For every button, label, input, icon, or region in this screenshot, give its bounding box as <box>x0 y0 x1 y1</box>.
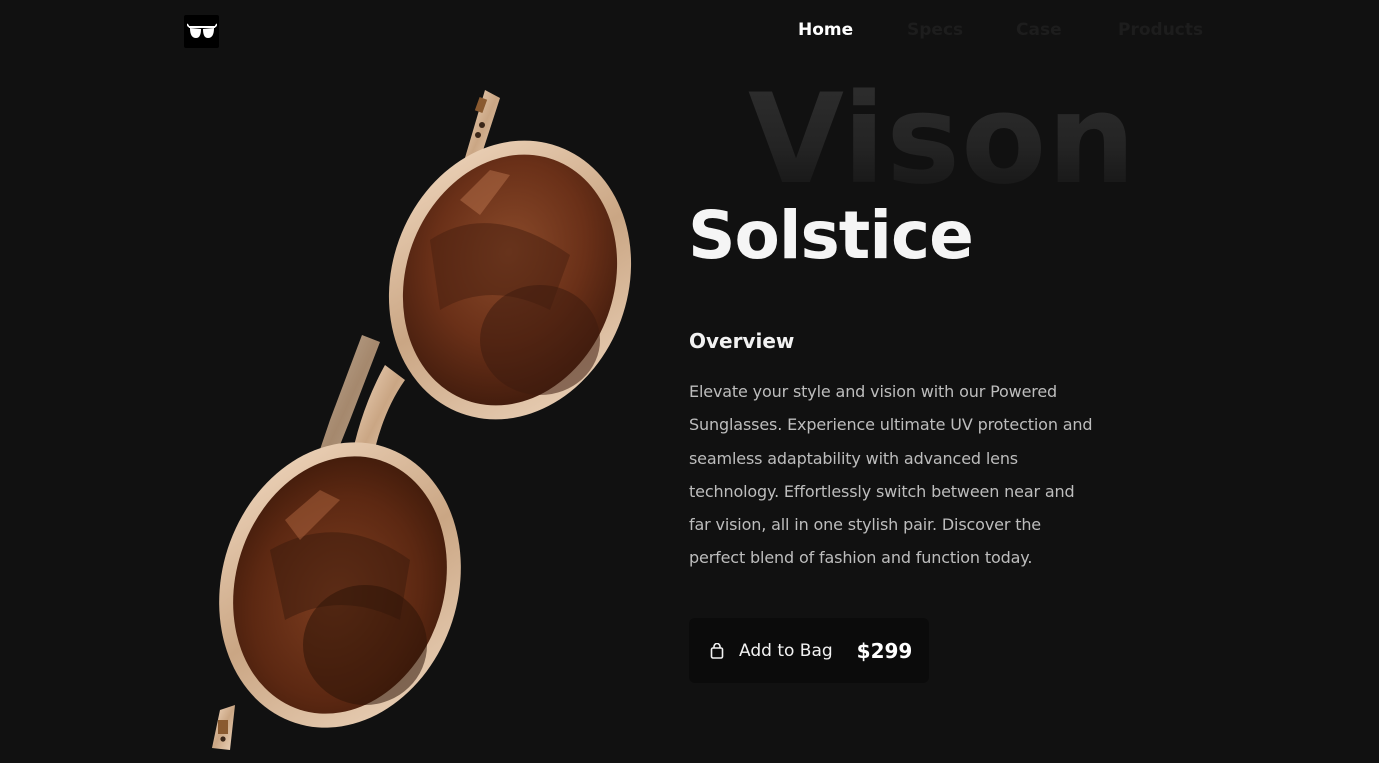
nav-case[interactable]: Case <box>1016 20 1062 40</box>
sunglasses-icon <box>186 23 217 38</box>
shopping-bag-icon <box>710 642 724 659</box>
background-word: Vison <box>748 68 1137 212</box>
overview-text: Elevate your style and vision with our P… <box>689 382 1093 568</box>
nav-home[interactable]: Home <box>798 20 853 40</box>
sunglasses-logo[interactable] <box>184 15 219 48</box>
nav-specs[interactable]: Specs <box>907 20 963 40</box>
product-title: Solstice <box>688 197 974 274</box>
nav-products[interactable]: Products <box>1118 20 1203 40</box>
product-page: Home Specs Case Products Vison Solstice … <box>0 0 1379 763</box>
add-to-bag-label: Add to Bag <box>739 640 833 661</box>
product-image-sunglasses <box>212 90 632 750</box>
price: $299 <box>856 638 913 663</box>
overview-heading: Overview <box>689 329 795 353</box>
add-to-bag-button[interactable]: Add to Bag $299 <box>689 618 929 683</box>
